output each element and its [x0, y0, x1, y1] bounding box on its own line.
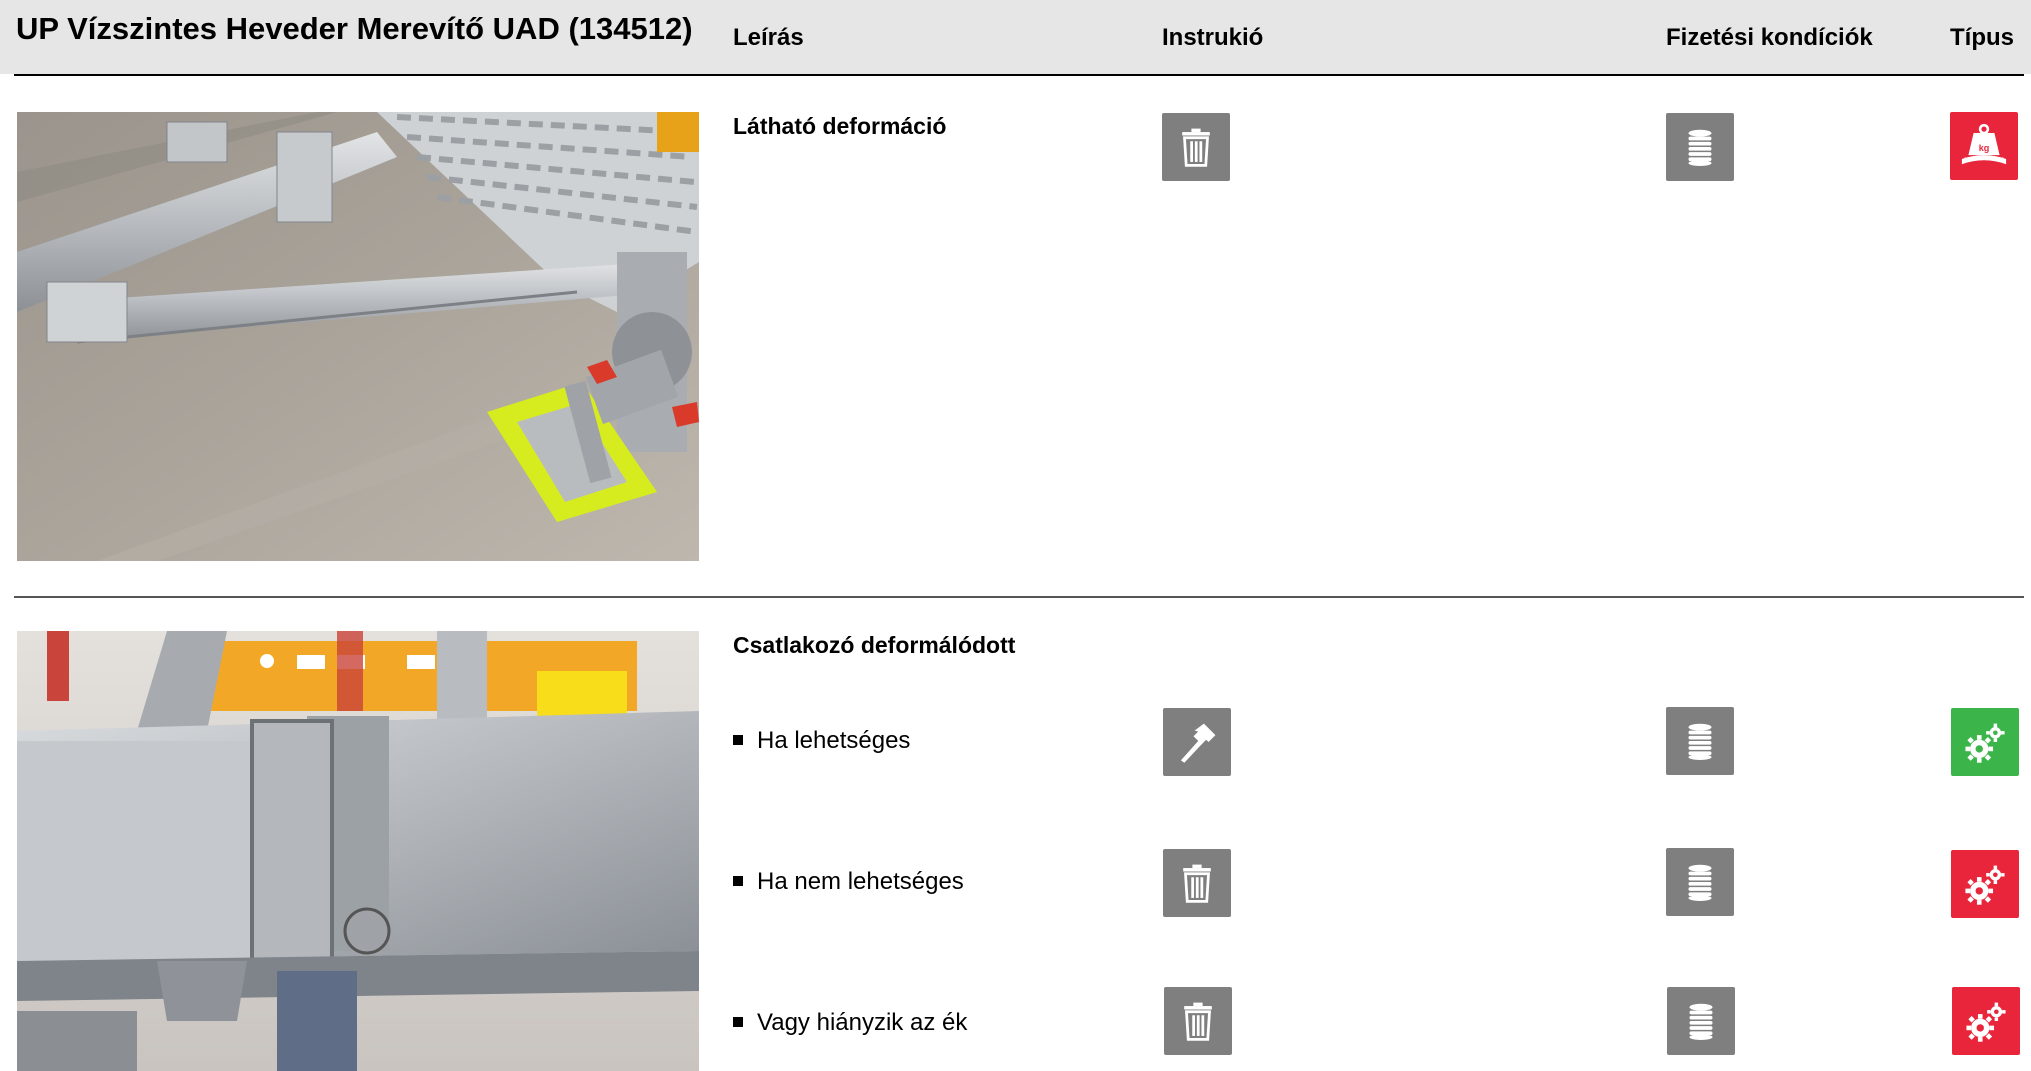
- header-divider: [14, 74, 2024, 76]
- gears-icon: [1951, 850, 2019, 918]
- page-title: UP Vízszintes Heveder Merevítő UAD (1345…: [16, 11, 693, 46]
- trash-icon: [1163, 849, 1231, 917]
- column-header-type: Típus: [1950, 24, 2014, 51]
- bullet-icon: [733, 876, 743, 886]
- column-header-instruction: Instrukió: [1162, 24, 1264, 51]
- row2-heading: Csatlakozó deformálódott: [733, 632, 1016, 658]
- row1-heading: Látható deformáció: [733, 113, 947, 139]
- list-item: Ha nem lehetséges: [733, 868, 964, 896]
- hammer-icon: [1163, 708, 1231, 776]
- column-header-payment: Fizetési kondíciók: [1666, 24, 1873, 51]
- bullet-icon: [733, 1017, 743, 1027]
- column-header-description: Leírás: [733, 24, 804, 51]
- coin-stack-icon: [1666, 707, 1734, 775]
- trash-icon: [1164, 987, 1232, 1055]
- coin-stack-icon: [1666, 113, 1734, 181]
- gears-icon: [1951, 708, 2019, 776]
- row-divider: [14, 596, 2024, 598]
- connector-closeup-photo: [17, 631, 699, 1071]
- coin-stack-icon: [1666, 848, 1734, 916]
- weight-kg-icon: [1950, 112, 2018, 180]
- gears-icon: [1952, 987, 2020, 1055]
- trash-icon: [1162, 113, 1230, 181]
- bullet-icon: [733, 735, 743, 745]
- list-item: Vagy hiányzik az ék: [733, 1009, 967, 1037]
- scaffold-ledger-brace-photo: [17, 112, 699, 561]
- list-item: Ha lehetséges: [733, 727, 910, 755]
- coin-stack-icon: [1667, 987, 1735, 1055]
